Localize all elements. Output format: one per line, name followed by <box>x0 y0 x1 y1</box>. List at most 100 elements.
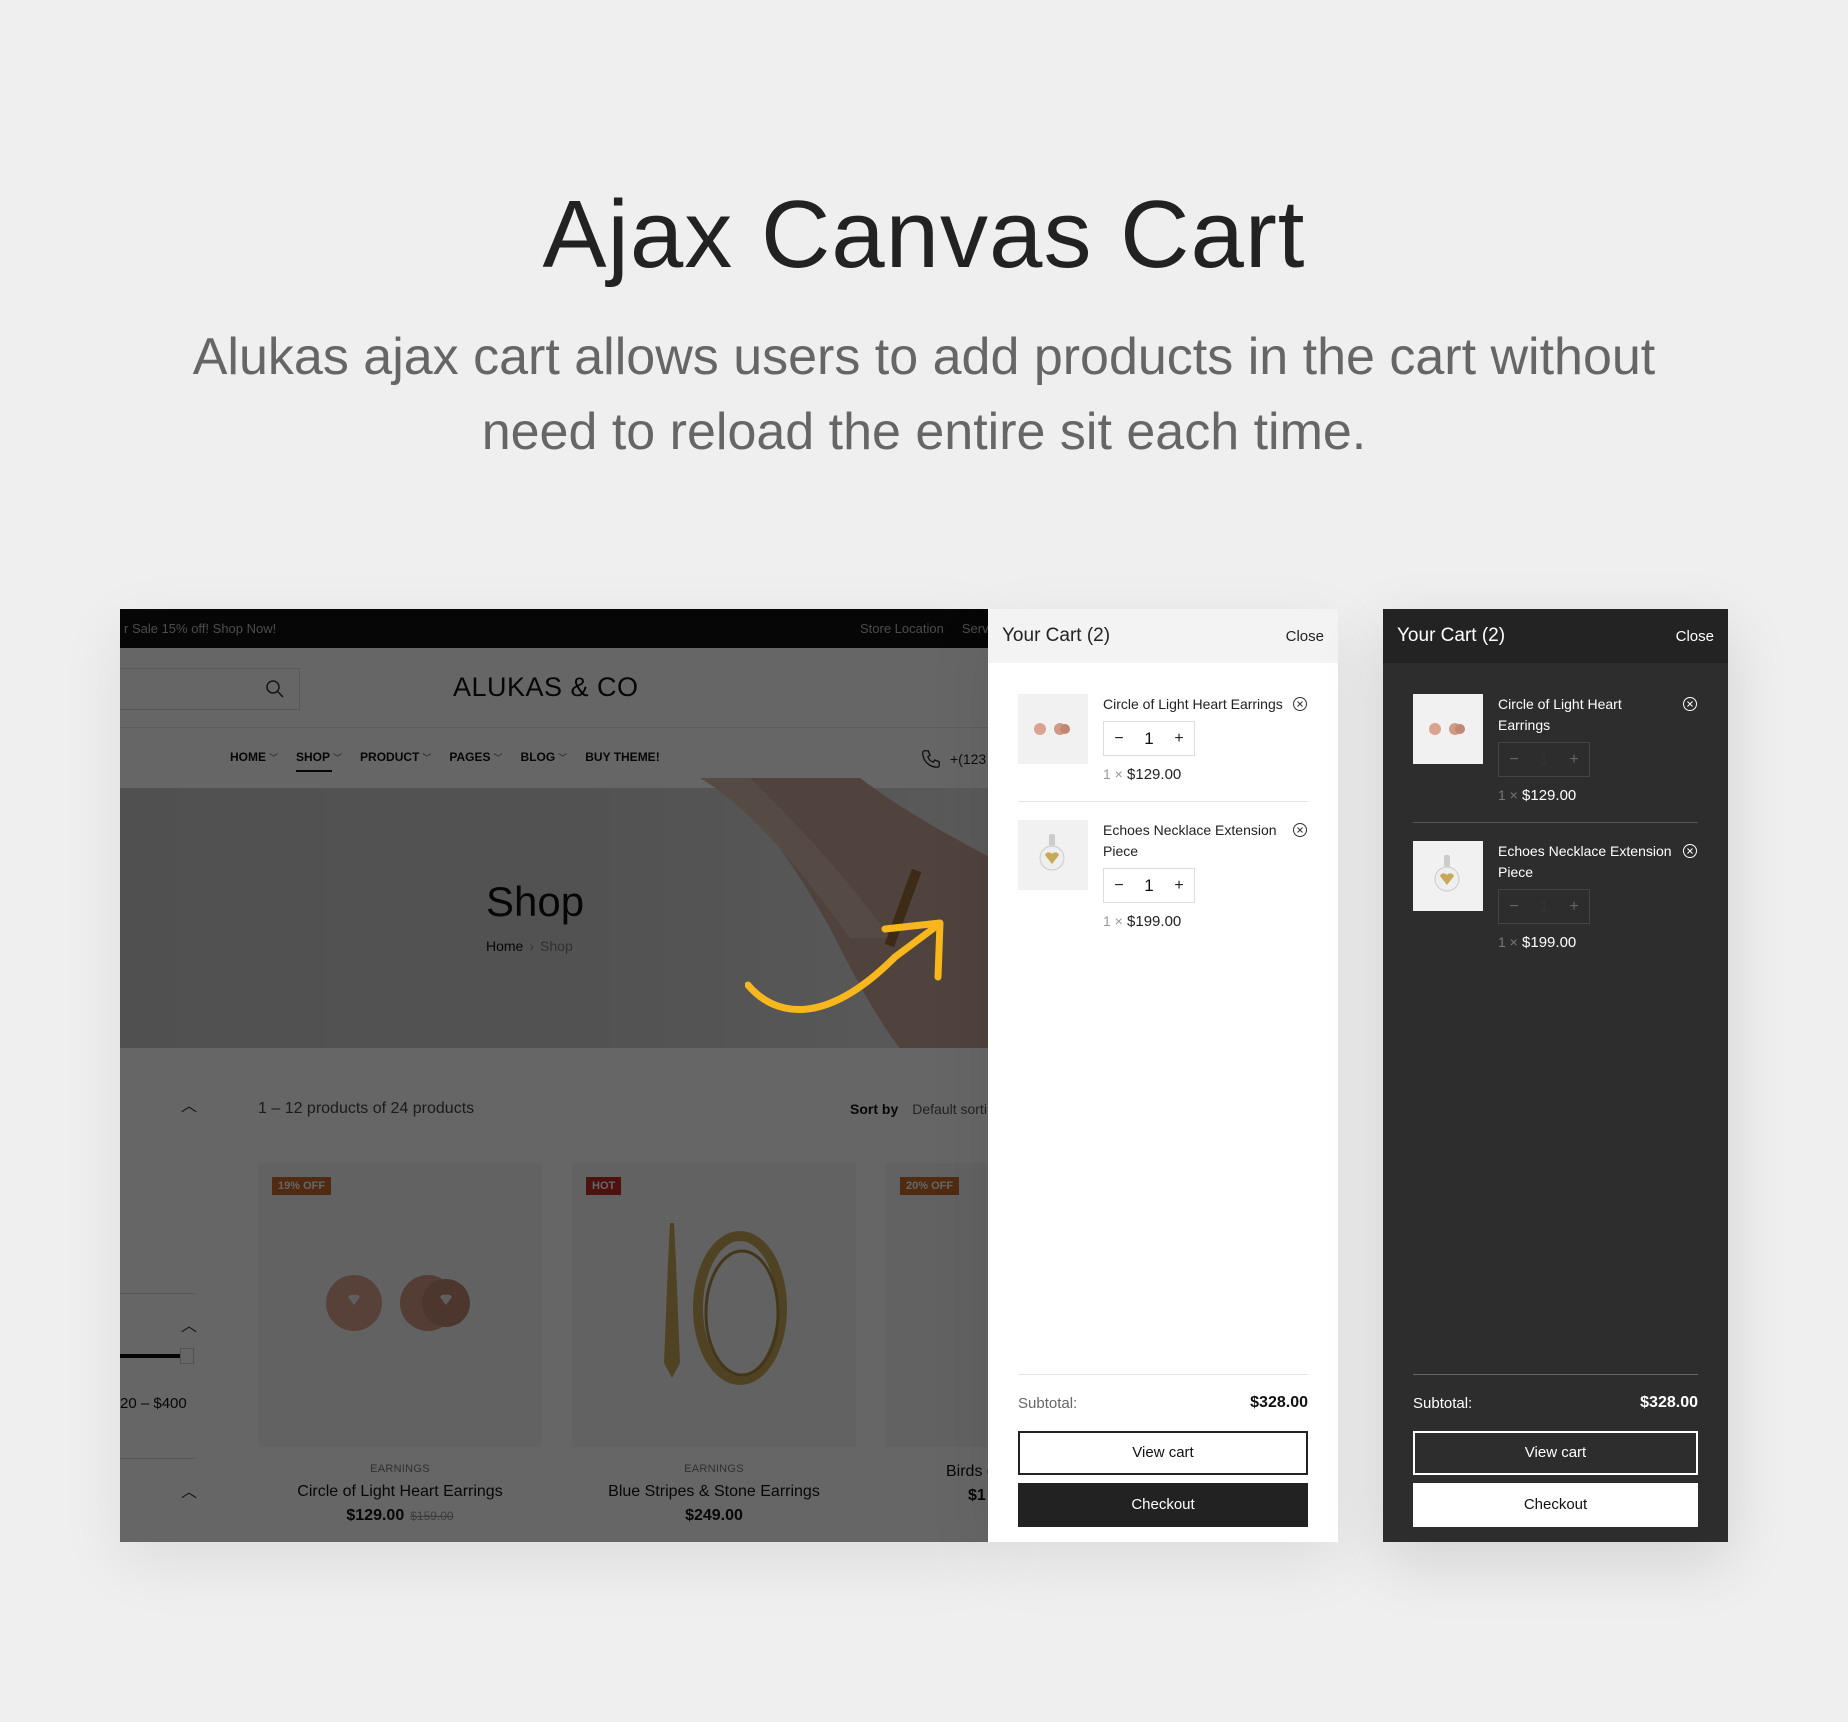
quantity-stepper[interactable]: − 1 + <box>1103 721 1195 756</box>
product-image[interactable]: HOT <box>572 1163 856 1447</box>
product-name[interactable]: Birds o <box>886 1463 988 1481</box>
product-image[interactable]: 20% OFF <box>886 1163 988 1447</box>
earrings-thumbnail-icon <box>1034 723 1070 735</box>
search-input[interactable] <box>120 668 300 710</box>
remove-item-icon[interactable] <box>1292 696 1308 712</box>
search-icon[interactable] <box>265 679 285 699</box>
nav-buy-theme[interactable]: BUY THEME! <box>585 750 659 764</box>
product-price: $1 <box>886 1487 988 1505</box>
quantity-stepper[interactable]: − 1 + <box>1498 742 1590 777</box>
subtotal-value: $328.00 <box>1250 1394 1308 1411</box>
announcement-bar: r Sale 15% off! Shop Now! Store Location… <box>120 609 988 648</box>
view-cart-button[interactable]: View cart <box>1018 1431 1308 1475</box>
cart-item-thumbnail[interactable] <box>1413 694 1483 764</box>
remove-item-icon[interactable] <box>1682 843 1698 859</box>
cart-item-price: 1 × $129.00 <box>1103 766 1308 783</box>
subtitle-line-1: Alukas ajax cart allows users to add pro… <box>192 328 1656 386</box>
cart-item-thumbnail[interactable] <box>1018 694 1088 764</box>
pendant-thumbnail-icon <box>1039 834 1065 871</box>
cart-item-thumbnail[interactable] <box>1413 841 1483 911</box>
page-title: Ajax Canvas Cart <box>542 181 1306 288</box>
price-slider-handle[interactable] <box>180 1348 194 1364</box>
product-listing: ︿ ︿ 20 – $400 ︿ 1 – 12 products of 24 pr… <box>120 1048 988 1542</box>
product-image[interactable]: 19% OFF <box>258 1163 542 1447</box>
qty-increase-button[interactable]: + <box>1164 877 1194 895</box>
current-price: $249.00 <box>685 1507 743 1524</box>
checkout-button[interactable]: Checkout <box>1018 1483 1308 1527</box>
qty-value[interactable]: 1 <box>1529 750 1559 770</box>
cart-item-name[interactable]: Circle of Light Heart Earrings <box>1103 694 1308 715</box>
breadcrumb-separator-icon: › <box>529 938 535 954</box>
quantity-stepper[interactable]: − 1 + <box>1103 868 1195 903</box>
nav-home[interactable]: HOME ﹀ <box>230 750 278 764</box>
promo-text[interactable]: r Sale 15% off! Shop Now! <box>124 621 276 636</box>
cart-footer: Subtotal: $328.00 View cart Checkout <box>1413 1374 1698 1527</box>
unit-price: $129.00 <box>1522 787 1577 804</box>
checkout-button[interactable]: Checkout <box>1413 1483 1698 1527</box>
nav-shop[interactable]: SHOP ﹀ <box>296 750 342 772</box>
chevron-up-icon[interactable]: ︿ <box>181 1312 197 1335</box>
close-button[interactable]: Close <box>1286 628 1324 645</box>
qty-increase-button[interactable]: + <box>1559 751 1589 769</box>
product-name[interactable]: Circle of Light Heart Earrings <box>258 1483 542 1501</box>
cart-item: Circle of Light Heart Earrings − 1 + 1 ×… <box>1413 694 1698 822</box>
phone-contact[interactable]: +(123 <box>920 748 986 770</box>
chevron-up-icon[interactable]: ︿ <box>181 1478 197 1501</box>
sort-select[interactable]: Default sorti <box>912 1101 987 1117</box>
site-logo[interactable]: ALUKAS & CO <box>453 672 639 703</box>
cart-item-name[interactable]: Circle of Light Heart Earrings <box>1498 694 1698 736</box>
unit-price: $199.00 <box>1522 934 1577 951</box>
qty-decrease-button[interactable]: − <box>1499 751 1529 769</box>
qty-value[interactable]: 1 <box>1134 876 1164 896</box>
product-card[interactable]: HOT EARNINGS Blue Stripes & Stone Earrin… <box>572 1163 856 1525</box>
qty-increase-button[interactable]: + <box>1164 730 1194 748</box>
cart-item-thumbnail[interactable] <box>1018 820 1088 890</box>
sort-label: Sort by <box>850 1101 899 1117</box>
view-cart-button[interactable]: View cart <box>1413 1431 1698 1475</box>
cart-item-name[interactable]: Echoes Necklace Extension Piece <box>1498 841 1698 883</box>
chevron-up-icon[interactable]: ︿ <box>181 1092 197 1115</box>
sort-control[interactable]: Sort by Default sorti <box>850 1101 987 1117</box>
nav-blog[interactable]: BLOG ﹀ <box>521 750 568 764</box>
price-slider[interactable] <box>120 1348 194 1364</box>
subtotal-label: Subtotal: <box>1413 1394 1473 1412</box>
cart-item-name[interactable]: Echoes Necklace Extension Piece <box>1103 820 1308 862</box>
subtotal-value: $328.00 <box>1640 1394 1698 1411</box>
nav-product[interactable]: PRODUCT ﹀ <box>360 750 431 764</box>
remove-item-icon[interactable] <box>1292 822 1308 838</box>
cart-drawer-light: Your Cart (2) Close Circle of Light Hear… <box>988 609 1338 1542</box>
product-category: EARNINGS <box>370 1463 430 1475</box>
quantity-stepper[interactable]: − 1 + <box>1498 889 1590 924</box>
product-name[interactable]: Blue Stripes & Stone Earrings <box>572 1483 856 1501</box>
nav-label: BUY THEME! <box>585 750 660 764</box>
product-card[interactable]: 20% OFF Birds o $1 <box>886 1163 988 1505</box>
qty-decrease-button[interactable]: − <box>1104 730 1134 748</box>
shop-banner: Shop Home › Shop <box>120 778 988 1078</box>
remove-item-icon[interactable] <box>1682 696 1698 712</box>
current-price: $129.00 <box>346 1507 405 1524</box>
breadcrumb-home[interactable]: Home <box>486 938 523 954</box>
service-link[interactable]: Serv <box>962 621 988 636</box>
shop-page-mockup: r Sale 15% off! Shop Now! Store Location… <box>120 609 988 1542</box>
product-price: $129.00 $159.00 <box>258 1507 542 1525</box>
qty-decrease-button[interactable]: − <box>1499 898 1529 916</box>
site-header: ALUKAS & CO <box>120 648 988 728</box>
cart-title: Your Cart (2) <box>1397 625 1506 646</box>
qty-value[interactable]: 1 <box>1134 729 1164 749</box>
qty-value[interactable]: 1 <box>1529 897 1559 917</box>
store-location-link[interactable]: Store Location <box>860 621 944 636</box>
qty-increase-button[interactable]: + <box>1559 898 1589 916</box>
nav-label: BLOG <box>520 750 556 764</box>
nav-label: SHOP <box>296 750 331 764</box>
qty-multiplier: 1 × <box>1498 787 1518 803</box>
qty-decrease-button[interactable]: − <box>1104 877 1134 895</box>
page-subtitle: Alukas ajax cart allows users to add pro… <box>0 320 1848 470</box>
close-button[interactable]: Close <box>1676 628 1714 645</box>
product-card[interactable]: 19% OFF EARNINGS Circle of Light Heart E… <box>258 1163 542 1525</box>
nav-pages[interactable]: PAGES ﹀ <box>449 750 502 764</box>
cart-header: Your Cart (2) Close <box>988 609 1338 663</box>
nav-label: PAGES <box>449 750 491 764</box>
subtitle-line-2: need to reload the entire sit each time. <box>481 403 1367 461</box>
chevron-down-icon: ﹀ <box>558 752 568 763</box>
divider <box>120 1293 195 1294</box>
